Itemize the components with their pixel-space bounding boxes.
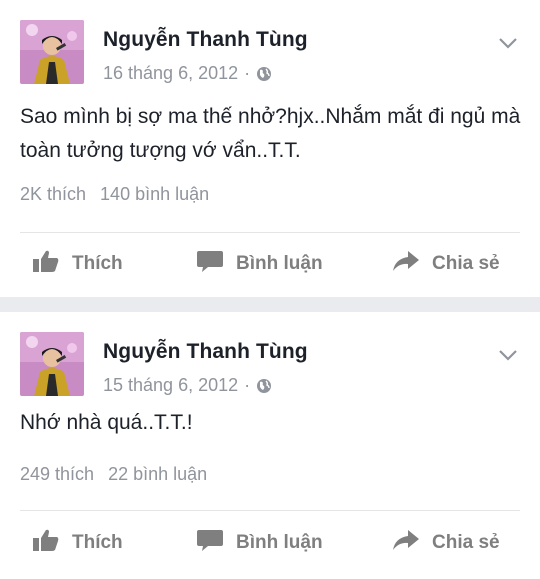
comment-icon: [196, 528, 236, 558]
share-icon: [392, 249, 432, 279]
action-bar: Thích Bình luận Chia sẻ: [0, 244, 540, 284]
comment-count[interactable]: 140 bình luận: [100, 184, 209, 205]
share-label: Chia sẻ: [432, 532, 500, 553]
like-icon: [32, 249, 72, 279]
like-count[interactable]: 249 thích: [20, 464, 94, 485]
action-bar: Thích Bình luận Chia sẻ: [0, 523, 540, 563]
like-button[interactable]: Thích: [32, 523, 123, 563]
share-icon: [392, 528, 432, 558]
comment-count[interactable]: 22 bình luận: [108, 464, 207, 485]
post-meta: 15 tháng 6, 2012 ·: [103, 375, 272, 396]
author-name[interactable]: Nguyễn Thanh Tùng: [103, 340, 308, 364]
globe-icon: [256, 378, 272, 394]
post-card: Nguyễn Thanh Tùng 16 tháng 6, 2012 · Sao…: [0, 0, 540, 297]
divider: [20, 232, 520, 233]
post-meta: 16 tháng 6, 2012 ·: [103, 63, 272, 84]
comment-label: Bình luận: [236, 253, 323, 274]
avatar[interactable]: [20, 332, 84, 396]
comment-icon: [196, 249, 236, 279]
post-date[interactable]: 15 tháng 6, 2012: [103, 375, 238, 396]
meta-separator: ·: [244, 63, 251, 83]
like-button[interactable]: Thích: [32, 244, 123, 284]
globe-icon: [256, 66, 272, 82]
like-label: Thích: [72, 253, 123, 274]
like-icon: [32, 528, 72, 558]
chevron-down-icon[interactable]: [498, 348, 518, 362]
like-label: Thích: [72, 532, 123, 553]
like-count[interactable]: 2K thích: [20, 184, 86, 205]
author-name[interactable]: Nguyễn Thanh Tùng: [103, 28, 308, 52]
divider: [20, 510, 520, 511]
comment-label: Bình luận: [236, 532, 323, 553]
post-date[interactable]: 16 tháng 6, 2012: [103, 63, 238, 84]
share-label: Chia sẻ: [432, 253, 500, 274]
post-stats: 249 thích 22 bình luận: [20, 464, 207, 485]
post-card: Nguyễn Thanh Tùng 15 tháng 6, 2012 · Nhớ…: [0, 312, 540, 579]
post-text: Sao mình bị sợ ma thế nhở?hjx..Nhắm mắt …: [20, 105, 521, 162]
post-text: Nhớ nhà quá..T.T.!: [20, 411, 193, 434]
chevron-down-icon[interactable]: [498, 36, 518, 50]
share-button[interactable]: Chia sẻ: [392, 523, 500, 563]
comment-button[interactable]: Bình luận: [196, 244, 323, 284]
post-stats: 2K thích 140 bình luận: [20, 184, 209, 205]
avatar[interactable]: [20, 20, 84, 84]
meta-separator: ·: [244, 375, 251, 395]
share-button[interactable]: Chia sẻ: [392, 244, 500, 284]
comment-button[interactable]: Bình luận: [196, 523, 323, 563]
